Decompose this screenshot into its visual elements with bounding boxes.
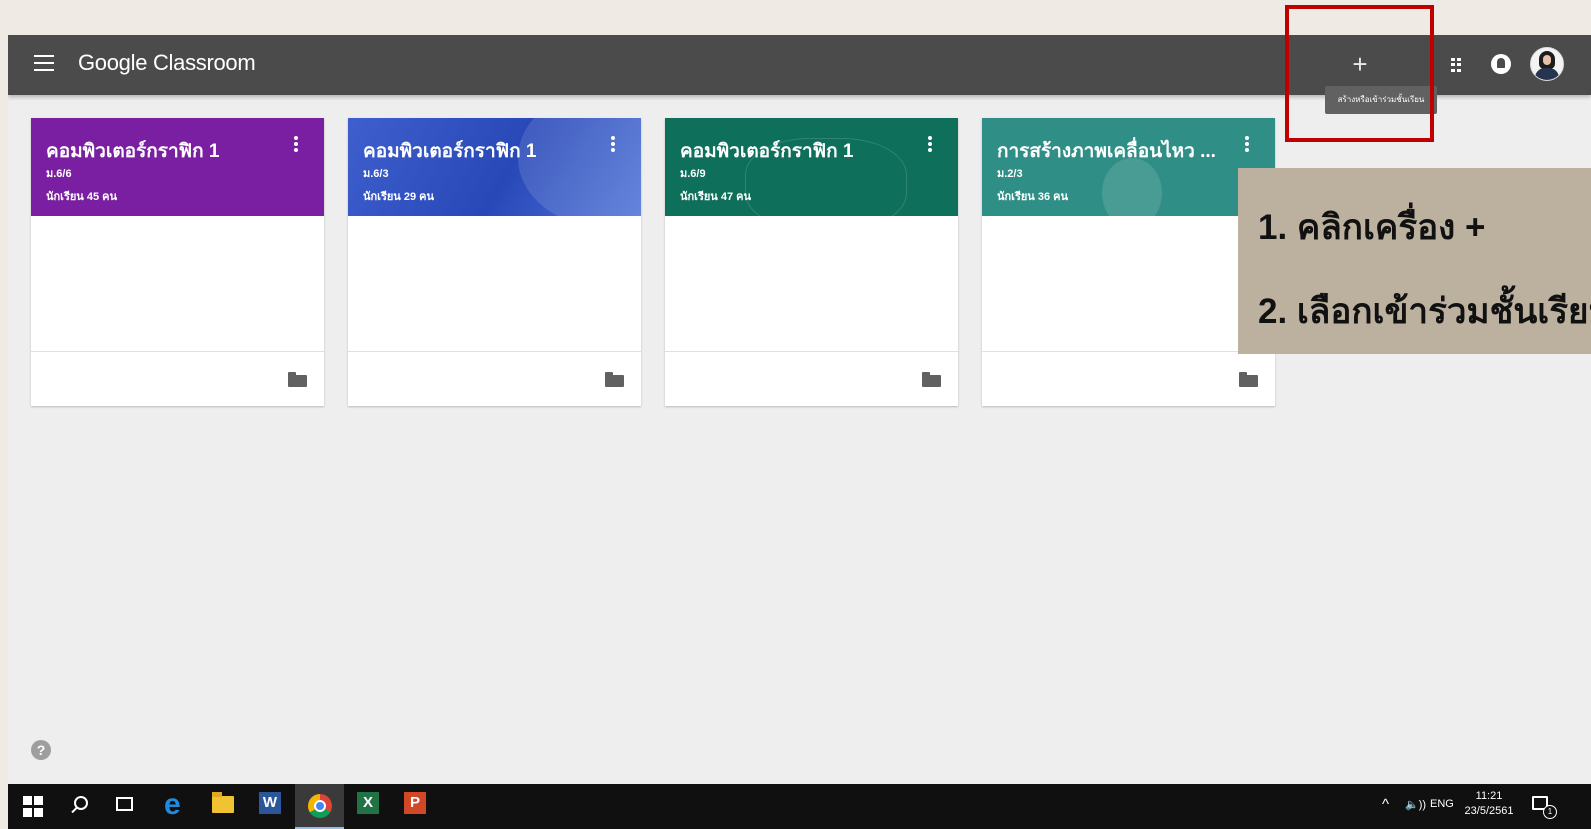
folder-icon[interactable] bbox=[922, 372, 941, 387]
class-card-4[interactable]: การสร้างภาพเคลื่อนไหว ... ม.2/3 นักเรียน… bbox=[982, 118, 1275, 406]
edge-icon[interactable]: e bbox=[164, 790, 190, 820]
card-divider bbox=[31, 351, 324, 352]
folder-icon[interactable] bbox=[605, 372, 624, 387]
notification-bell-icon[interactable] bbox=[1491, 54, 1511, 74]
class-card-header[interactable]: คอมพิวเตอร์กราฟิก 1 ม.6/6 นักเรียน 45 คน bbox=[31, 118, 324, 216]
notification-count: 1 bbox=[1543, 805, 1557, 819]
class-card-header[interactable]: คอมพิวเตอร์กราฟิก 1 ม.6/9 นักเรียน 47 คน bbox=[665, 118, 958, 216]
class-section: ม.2/3 bbox=[997, 168, 1023, 180]
class-title[interactable]: คอมพิวเตอร์กราฟิก 1 bbox=[680, 136, 920, 166]
windows-icon[interactable] bbox=[23, 796, 45, 818]
class-title[interactable]: คอมพิวเตอร์กราฟิก 1 bbox=[46, 136, 286, 166]
class-title[interactable]: คอมพิวเตอร์กราฟิก 1 bbox=[363, 136, 603, 166]
word-icon[interactable]: W bbox=[259, 792, 281, 814]
speaker-icon[interactable]: 🔈)) bbox=[1405, 798, 1426, 811]
class-section: ม.6/3 bbox=[363, 168, 389, 180]
class-card-3[interactable]: คอมพิวเตอร์กราฟิก 1 ม.6/9 นักเรียน 47 คน bbox=[665, 118, 958, 406]
clock-date: 23/5/2561 bbox=[1464, 805, 1514, 817]
powerpoint-icon[interactable]: P bbox=[404, 792, 426, 814]
file-explorer-icon[interactable] bbox=[212, 792, 234, 813]
student-count: นักเรียน 47 คน bbox=[680, 191, 752, 203]
more-vert-icon[interactable] bbox=[1243, 136, 1251, 156]
class-card-2[interactable]: คอมพิวเตอร์กราฟิก 1 ม.6/3 นักเรียน 29 คน bbox=[348, 118, 641, 406]
header-texture bbox=[518, 118, 641, 216]
classroom-window: Google Classroom + สร้างหรือเข้าร่วมชั้น… bbox=[8, 35, 1591, 829]
search-icon[interactable] bbox=[70, 794, 92, 816]
apps-icon[interactable] bbox=[1451, 58, 1463, 72]
card-divider bbox=[982, 351, 1275, 352]
chrome-icon[interactable] bbox=[308, 794, 332, 818]
class-section: ม.6/6 bbox=[46, 168, 72, 180]
windows-taskbar: e W X P ^ 🔈)) ENG 11:21 23/5/2561 1 bbox=[8, 784, 1591, 829]
action-center-icon[interactable]: 1 bbox=[1532, 796, 1557, 819]
clock-time: 11:21 bbox=[1475, 790, 1503, 802]
avatar[interactable] bbox=[1530, 47, 1564, 81]
input-language[interactable]: ENG bbox=[1430, 798, 1454, 810]
more-vert-icon[interactable] bbox=[292, 136, 300, 156]
highlight-box bbox=[1285, 5, 1434, 142]
class-card-header[interactable]: การสร้างภาพเคลื่อนไหว ... ม.2/3 นักเรียน… bbox=[982, 118, 1275, 216]
student-count: นักเรียน 45 คน bbox=[46, 191, 118, 203]
excel-icon[interactable]: X bbox=[357, 792, 379, 814]
folder-icon[interactable] bbox=[1239, 372, 1258, 387]
card-divider bbox=[665, 351, 958, 352]
student-count: นักเรียน 36 คน bbox=[997, 191, 1069, 203]
menu-icon[interactable] bbox=[34, 55, 54, 73]
more-vert-icon[interactable] bbox=[926, 136, 934, 156]
instruction-step-2: 2. เลือกเข้าร่วมชั้นเรียน bbox=[1258, 292, 1591, 331]
app-title[interactable]: Google Classroom bbox=[78, 50, 256, 76]
card-divider bbox=[348, 351, 641, 352]
show-hidden-icons-chevron-icon[interactable]: ^ bbox=[1382, 796, 1389, 813]
task-view-icon[interactable] bbox=[116, 797, 133, 811]
class-title[interactable]: การสร้างภาพเคลื่อนไหว ... bbox=[997, 136, 1237, 166]
instruction-annotation: 1. คลิกเครื่อง + 2. เลือกเข้าร่วมชั้นเรี… bbox=[1238, 168, 1591, 354]
clock[interactable]: 11:21 23/5/2561 bbox=[1464, 789, 1514, 819]
class-section: ม.6/9 bbox=[680, 168, 706, 180]
more-vert-icon[interactable] bbox=[609, 136, 617, 156]
header-texture bbox=[1102, 158, 1162, 216]
folder-icon[interactable] bbox=[288, 372, 307, 387]
help-icon[interactable]: ? bbox=[31, 740, 51, 760]
instruction-step-1: 1. คลิกเครื่อง + bbox=[1258, 208, 1486, 247]
class-card-1[interactable]: คอมพิวเตอร์กราฟิก 1 ม.6/6 นักเรียน 45 คน bbox=[31, 118, 324, 406]
class-card-header[interactable]: คอมพิวเตอร์กราฟิก 1 ม.6/3 นักเรียน 29 คน bbox=[348, 118, 641, 216]
student-count: นักเรียน 29 คน bbox=[363, 191, 435, 203]
